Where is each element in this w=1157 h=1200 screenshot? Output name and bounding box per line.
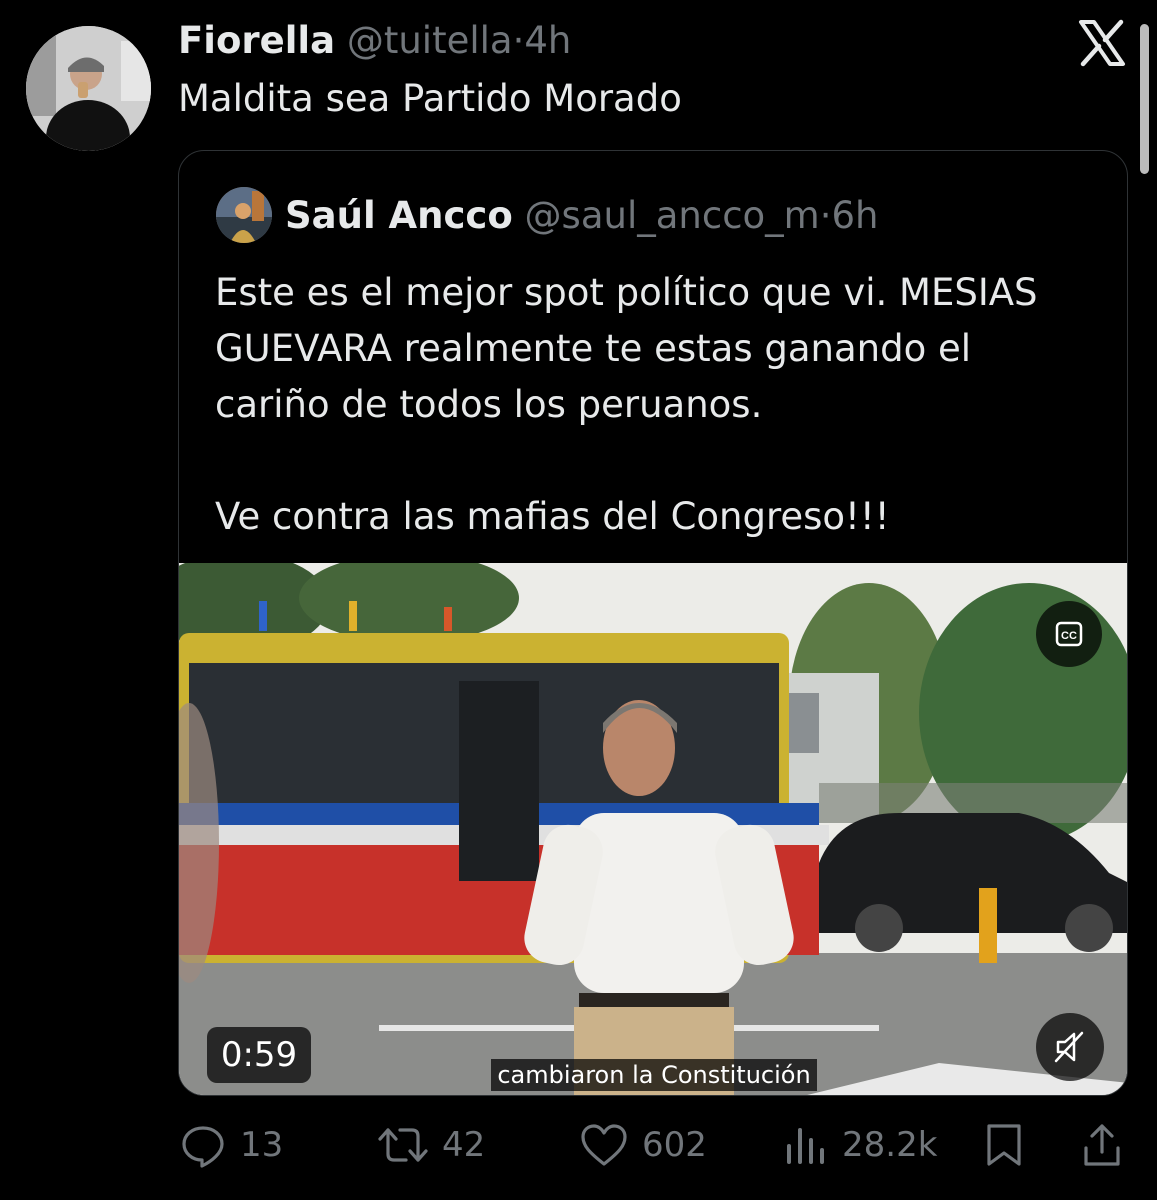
views-count: 28.2k — [842, 1125, 938, 1165]
heart-icon — [581, 1124, 627, 1166]
repost-arrows-icon — [378, 1128, 428, 1162]
quoted-author-display-name[interactable]: Saúl Ancco — [285, 194, 513, 237]
tweet-timestamp[interactable]: 4h — [524, 19, 571, 62]
quoted-paragraph: Este es el mejor spot político que vi. M… — [215, 271, 1038, 426]
quoted-tweet-text: Este es el mejor spot político que vi. M… — [215, 265, 1095, 545]
share-icon — [1084, 1124, 1120, 1166]
author-display-name[interactable]: Fiorella — [178, 19, 335, 62]
x-logo-icon[interactable] — [1077, 18, 1127, 68]
repost-button[interactable]: 42 — [378, 1110, 485, 1180]
video-frame — [179, 563, 1127, 1095]
mute-toggle-button[interactable] — [1036, 1013, 1104, 1081]
reply-button[interactable]: 13 — [180, 1110, 283, 1180]
scrollbar-thumb[interactable] — [1140, 24, 1149, 174]
views-button[interactable]: 28.2k — [784, 1110, 937, 1180]
repost-count: 42 — [442, 1125, 486, 1165]
svg-text:CC: CC — [1061, 630, 1077, 642]
closed-captions-button[interactable]: CC — [1036, 601, 1102, 667]
tweet-text: Maldita sea Partido Morado — [178, 77, 682, 120]
tweet-action-bar: 13 42 602 28.2k — [0, 1110, 1157, 1180]
quoted-paragraph: Ve contra las mafias del Congreso!!! — [215, 495, 890, 538]
quoted-tweet-header: Saúl Ancco @saul_ancco_m·6h — [285, 193, 878, 239]
muted-speaker-icon — [1054, 1031, 1084, 1063]
quoted-separator-dot: · — [819, 194, 832, 237]
quoted-author-avatar[interactable] — [216, 187, 272, 243]
avatar-photo — [26, 26, 151, 151]
like-count: 602 — [642, 1125, 707, 1165]
share-button[interactable] — [1082, 1110, 1122, 1180]
reply-bubble-icon — [182, 1126, 224, 1168]
video-player[interactable]: CC 0:59 cambiaron la Constitución — [179, 563, 1127, 1095]
separator-dot: · — [512, 19, 525, 62]
like-button[interactable]: 602 — [580, 1110, 707, 1180]
video-subtitle-text: cambiaron la Constitución — [491, 1059, 817, 1091]
author-avatar[interactable] — [26, 26, 151, 151]
author-handle[interactable]: @tuitella — [347, 19, 513, 62]
bookmark-button[interactable] — [984, 1110, 1024, 1180]
reply-count: 13 — [240, 1125, 284, 1165]
quoted-tweet-card[interactable]: Saúl Ancco @saul_ancco_m·6h Este es el m… — [178, 150, 1128, 1096]
bar-chart-icon — [787, 1128, 824, 1164]
closed-captions-icon: CC — [1055, 621, 1083, 647]
bookmark-icon — [987, 1124, 1021, 1166]
tweet-header: Fiorella @tuitella·4h — [178, 18, 571, 64]
quoted-tweet-timestamp[interactable]: 6h — [831, 194, 878, 237]
video-subtitle: cambiaron la Constitución — [179, 1059, 1127, 1091]
quoted-author-handle[interactable]: @saul_ancco_m — [525, 194, 820, 237]
quoted-avatar-photo — [216, 187, 272, 243]
